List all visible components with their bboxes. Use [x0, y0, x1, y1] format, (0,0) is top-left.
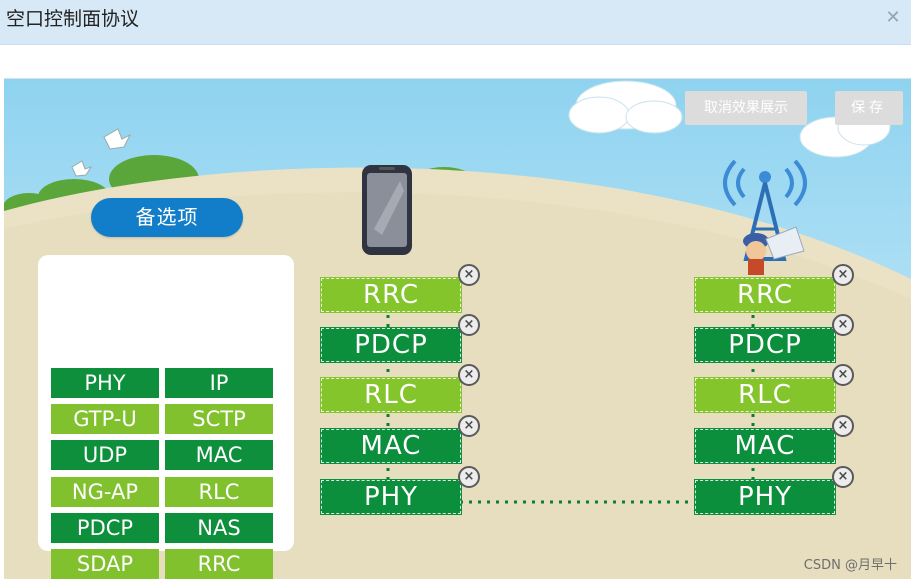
option-rrc[interactable]: RRC — [165, 549, 273, 579]
remove-icon[interactable]: × — [832, 264, 854, 286]
remove-icon[interactable]: × — [458, 415, 480, 437]
remove-icon[interactable]: × — [458, 314, 480, 336]
ue-stack-pdcp[interactable]: PDCP — [320, 327, 462, 363]
option-mac[interactable]: MAC — [165, 440, 273, 470]
option-nas[interactable]: NAS — [165, 513, 273, 543]
option-sdap[interactable]: SDAP — [51, 549, 159, 579]
ue-stack-mac[interactable]: MAC — [320, 428, 462, 464]
ue-stack-phy[interactable]: PHY — [320, 479, 462, 515]
ue-stack-rlc[interactable]: RLC — [320, 377, 462, 413]
gnb-stack-pdcp[interactable]: PDCP — [694, 327, 836, 363]
option-pdcp[interactable]: PDCP — [51, 513, 159, 543]
gnb-stack-rlc[interactable]: RLC — [694, 377, 836, 413]
gnb-stack-phy[interactable]: PHY — [694, 479, 836, 515]
watermark: CSDN @月早十 — [803, 558, 897, 573]
option-phy[interactable]: PHY — [51, 368, 159, 398]
cancel-effect-button[interactable]: 取消效果展示 — [685, 91, 807, 125]
protocol-stage: 取消效果展示 保存 备选项 PHY IP GTP-U SCTP UDP MAC NG-AP R… — [4, 78, 911, 579]
gnb-stack-mac[interactable]: MAC — [694, 428, 836, 464]
option-sctp[interactable]: SCTP — [165, 404, 273, 434]
close-icon[interactable]: ✕ — [885, 9, 901, 27]
dialog-titlebar: 空口控制面协议 ✕ — [0, 0, 911, 45]
option-ip[interactable]: IP — [165, 368, 273, 398]
save-button[interactable]: 保存 — [835, 91, 903, 125]
phone-icon — [362, 165, 412, 255]
gnb-stack-rrc[interactable]: RRC — [694, 277, 836, 313]
options-title: 备选项 — [91, 198, 243, 237]
remove-icon[interactable]: × — [458, 264, 480, 286]
option-rlc[interactable]: RLC — [165, 477, 273, 507]
ue-stack-rrc[interactable]: RRC — [320, 277, 462, 313]
option-gtp-u[interactable]: GTP-U — [51, 404, 159, 434]
remove-icon[interactable]: × — [832, 314, 854, 336]
remove-icon[interactable]: × — [832, 415, 854, 437]
option-udp[interactable]: UDP — [51, 440, 159, 470]
remove-icon[interactable]: × — [458, 364, 480, 386]
remove-icon[interactable]: × — [458, 466, 480, 488]
option-ng-ap[interactable]: NG-AP — [51, 477, 159, 507]
dialog-title: 空口控制面协议 — [6, 8, 140, 30]
remove-icon[interactable]: × — [832, 466, 854, 488]
remove-icon[interactable]: × — [832, 364, 854, 386]
